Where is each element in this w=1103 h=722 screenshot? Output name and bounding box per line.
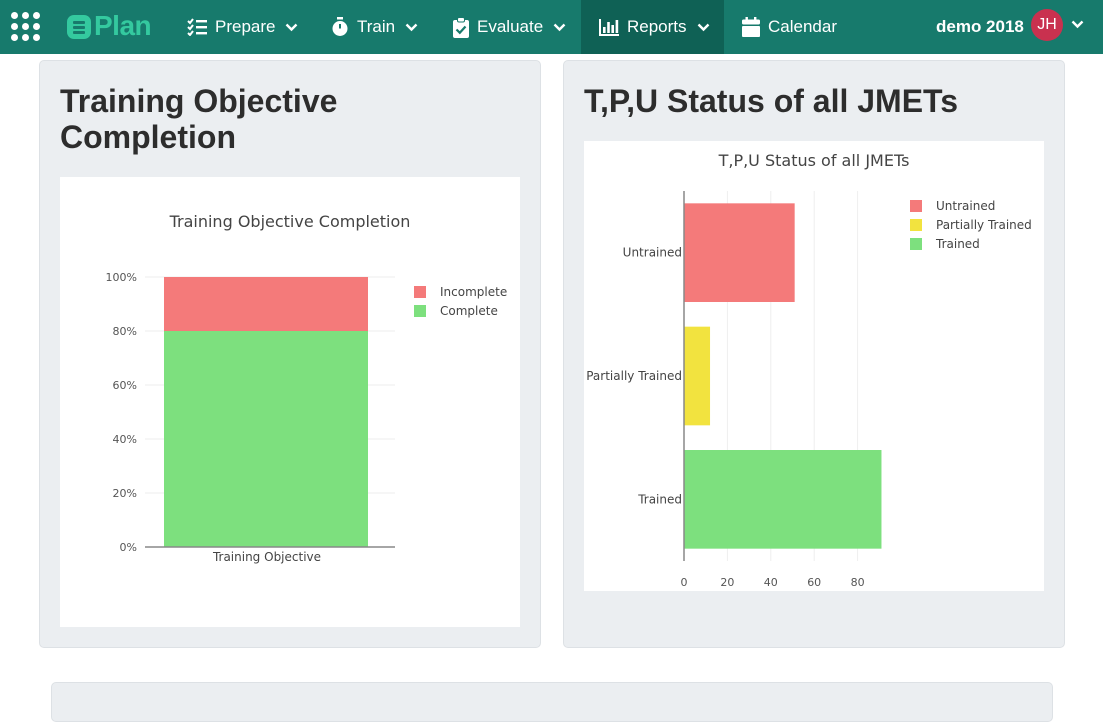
nav-evaluate[interactable]: Evaluate: [444, 0, 575, 54]
bar-trained: [684, 450, 882, 549]
next-report-card: [51, 682, 1053, 722]
x-tick-label: Training Objective: [212, 550, 321, 564]
legend-label: Untrained: [936, 199, 995, 213]
bar-complete: [164, 331, 368, 547]
y-tick-label: Untrained: [623, 246, 682, 260]
legend-label: Partially Trained: [936, 218, 1032, 232]
y-tick-label: 20%: [113, 487, 137, 500]
legend-swatch: [910, 200, 922, 212]
tpu-chart: T,P,U Status of all JMETs 0 20 40 60 80 Untrai…: [586, 151, 1032, 589]
nav-label: Calendar: [768, 17, 837, 36]
y-tick-label: 40%: [113, 433, 137, 446]
chevron-down-icon: [405, 23, 418, 31]
nav-label: Reports: [627, 17, 687, 36]
calendar-icon: [742, 17, 760, 37]
chart-title: T,P,U Status of all JMETs: [718, 151, 910, 170]
legend-swatch: [910, 219, 922, 231]
bar-incomplete: [164, 277, 368, 331]
checklist-icon: [187, 18, 207, 36]
clipboard-check-icon: [453, 16, 469, 38]
stopwatch-icon: [332, 17, 348, 36]
x-tick-label: 0: [681, 576, 688, 589]
x-tick-label: 40: [764, 576, 778, 589]
y-tick-label: 0%: [120, 541, 137, 554]
chart-plot-area: T,P,U Status of all JMETs 0 20 40 60 80 Untrai…: [584, 141, 1044, 591]
nav-label: Evaluate: [477, 17, 544, 36]
chevron-down-icon: [697, 23, 709, 31]
top-navbar: Plan Prepare Train Evaluate Reports Cale…: [0, 0, 1103, 54]
nav-prepare[interactable]: Prepare: [178, 0, 307, 54]
tpu-status-card: T,P,U Status of all JMETs T,P,U Status o…: [563, 60, 1065, 648]
card-title: T,P,U Status of all JMETs: [584, 83, 959, 119]
legend-swatch: [910, 238, 922, 250]
y-tick-label: Partially Trained: [586, 369, 682, 383]
nav-calendar[interactable]: Calendar: [733, 0, 846, 54]
nav-label: Train: [357, 17, 396, 36]
bar-partially-trained: [684, 326, 711, 426]
x-tick-label: 80: [851, 576, 865, 589]
x-tick-label: 60: [807, 576, 821, 589]
chevron-down-icon[interactable]: [1071, 20, 1084, 29]
nav-label: Prepare: [215, 17, 276, 36]
chart-title: Training Objective Completion: [169, 212, 411, 231]
y-tick-label: Trained: [637, 492, 682, 506]
training-objective-card: Training Objective Completion Training O…: [39, 60, 541, 648]
chevron-down-icon: [286, 23, 298, 31]
legend-label: Complete: [440, 304, 498, 318]
card-title: Training Objective Completion: [60, 83, 338, 155]
nav-train[interactable]: Train: [322, 0, 427, 54]
logo-text: Plan: [94, 10, 152, 41]
chart-plot-area: Training Objective Completion 0% 20% 40% 60%…: [60, 177, 520, 627]
logo-list-icon: [67, 15, 91, 39]
user-name[interactable]: demo 2018: [936, 17, 1024, 37]
app-grid-icon[interactable]: [11, 12, 41, 42]
y-tick-label: 80%: [113, 325, 137, 338]
bar-chart-icon: [599, 18, 619, 36]
avatar[interactable]: JH: [1031, 9, 1063, 41]
legend-label: Incomplete: [440, 285, 507, 299]
y-tick-label: 100%: [106, 271, 137, 284]
bar-untrained: [684, 203, 795, 302]
legend-label: Trained: [935, 237, 980, 251]
x-tick-label: 20: [720, 576, 734, 589]
legend-swatch: [414, 305, 426, 317]
y-tick-label: 60%: [113, 379, 137, 392]
legend-swatch: [414, 286, 426, 298]
chevron-down-icon: [553, 23, 566, 31]
nav-reports[interactable]: Reports: [581, 0, 724, 54]
completion-chart: Training Objective Completion 0% 20% 40% 60%…: [106, 212, 508, 564]
